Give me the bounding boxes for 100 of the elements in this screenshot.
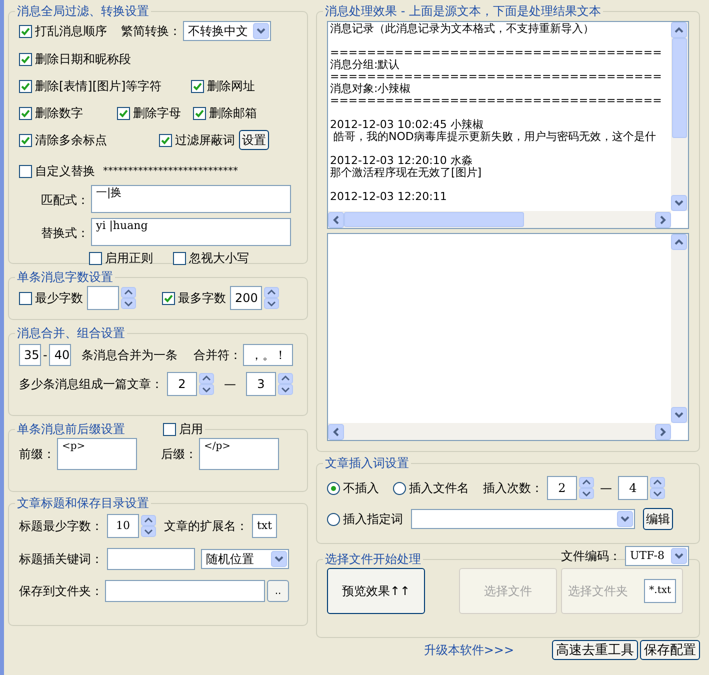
- number-field[interactable]: 200: [230, 286, 262, 310]
- upgrade-link[interactable]: 升级本软件>>>: [424, 641, 514, 659]
- group-title: 选择文件开始处理: [324, 551, 422, 568]
- checkbox[interactable]: [193, 106, 206, 120]
- edit-button[interactable]: 编辑: [643, 508, 673, 530]
- radio-button[interactable]: [327, 482, 340, 494]
- spinner-arrows-icon[interactable]: [264, 287, 279, 309]
- scroll-down-icon[interactable]: [671, 407, 687, 423]
- spinner-arrows-icon[interactable]: [141, 515, 156, 537]
- scroll-down-icon[interactable]: [671, 195, 687, 211]
- text-field[interactable]: txt: [252, 514, 278, 538]
- checkbox[interactable]: [19, 52, 32, 66]
- text-line: 2012-12-03 10:02:45 小辣椒: [330, 119, 484, 131]
- scroll-right-icon[interactable]: [655, 212, 671, 228]
- group-title: 单条消息字数设置: [16, 269, 114, 286]
- checkbox-label: 删除字母: [133, 105, 181, 122]
- number-field[interactable]: 2: [167, 372, 197, 396]
- scroll-right-icon[interactable]: [655, 424, 671, 440]
- number-field[interactable]: 2: [547, 476, 577, 500]
- field-label: 后缀：: [161, 446, 197, 463]
- field-label: 前缀：: [19, 446, 55, 463]
- checkbox[interactable]: [89, 252, 102, 264]
- scroll-left-icon[interactable]: [328, 212, 344, 228]
- checkbox[interactable]: [19, 80, 32, 92]
- scroll-thumb[interactable]: [344, 212, 524, 227]
- masked-text: ***************************: [103, 164, 238, 178]
- text-field[interactable]: yi |huang: [91, 218, 291, 246]
- horizontal-scrollbar[interactable]: [328, 423, 671, 440]
- number-field[interactable]: [87, 286, 119, 310]
- spinner-arrows-icon[interactable]: [278, 373, 293, 395]
- checkbox[interactable]: [191, 80, 204, 92]
- text-line: 消息记录（此消息记录为文本格式，不支持重新导入）: [330, 23, 595, 35]
- text-line: 2012-12-03 12:20:10 水淼: [330, 155, 474, 167]
- spinner-arrows-icon[interactable]: [121, 287, 136, 309]
- scroll-up-icon[interactable]: [671, 22, 687, 38]
- text-field[interactable]: 一|换: [91, 185, 291, 213]
- dropdown[interactable]: UTF-8: [625, 546, 689, 566]
- checkbox-label: 清除多余标点: [35, 132, 107, 149]
- checkbox-label: 删除[表情][图片]等字符: [35, 78, 162, 95]
- caret-icon: [253, 23, 269, 39]
- caret-icon: [671, 548, 687, 564]
- checkbox[interactable]: [19, 292, 32, 304]
- group-title: 消息处理效果 - 上面是源文本，下面是处理结果文本: [324, 3, 602, 20]
- checkbox[interactable]: [163, 422, 176, 436]
- text-field[interactable]: ，。！: [243, 344, 294, 366]
- vertical-scrollbar[interactable]: [671, 234, 688, 423]
- text-field[interactable]: [105, 580, 265, 602]
- field-label: 文件编码：: [561, 548, 621, 565]
- text-field[interactable]: </p>: [199, 438, 279, 470]
- browse-button[interactable]: ..: [267, 580, 289, 602]
- dropdown[interactable]: [411, 509, 635, 529]
- scroll-left-icon[interactable]: [328, 424, 344, 440]
- dash: —: [224, 376, 236, 393]
- vertical-scrollbar[interactable]: [671, 22, 688, 211]
- checkbox[interactable]: [162, 292, 175, 304]
- checkbox[interactable]: [159, 134, 172, 146]
- dropdown[interactable]: 随机位置: [201, 549, 289, 569]
- number-field[interactable]: 10: [107, 514, 139, 538]
- checkbox-label: 最多字数: [178, 290, 226, 307]
- toolbar-button[interactable]: 高速去重工具: [552, 640, 638, 660]
- field-label: 文章的扩展名：: [164, 518, 248, 535]
- settings-button[interactable]: 设置: [239, 130, 269, 150]
- text-field[interactable]: <p>: [57, 438, 137, 470]
- group-title: 单条消息前后缀设置: [17, 421, 125, 438]
- checkbox[interactable]: [173, 252, 186, 264]
- dropdown[interactable]: 不转换中文: [183, 21, 271, 41]
- checkbox[interactable]: [19, 24, 32, 38]
- text-area[interactable]: [327, 21, 689, 229]
- group-title: 文章插入词设置: [324, 455, 410, 472]
- toolbar-button[interactable]: 保存配置: [640, 640, 700, 660]
- text-line: ====================================: [330, 71, 663, 83]
- horizontal-scrollbar[interactable]: [328, 211, 671, 228]
- checkbox-label: 打乱消息顺序: [35, 23, 107, 40]
- checkbox-label: 启用正则: [105, 250, 153, 267]
- field-label: 保存到文件夹：: [19, 583, 103, 600]
- checkbox[interactable]: [19, 164, 32, 178]
- dash: -: [43, 347, 48, 364]
- radio-button[interactable]: [327, 512, 340, 526]
- radio-button[interactable]: [393, 482, 406, 494]
- preview-button[interactable]: 预览效果↑↑: [327, 568, 425, 614]
- number-field[interactable]: 4: [618, 476, 648, 500]
- scroll-thumb[interactable]: [672, 38, 687, 138]
- checkbox[interactable]: [117, 106, 130, 120]
- caret-icon: [617, 511, 633, 527]
- dash: —: [600, 480, 612, 497]
- radio-label: 不插入: [343, 480, 379, 497]
- number-field[interactable]: 35: [19, 344, 41, 366]
- spinner-arrows-icon[interactable]: [650, 477, 665, 499]
- number-field[interactable]: 3: [246, 372, 276, 396]
- checkbox[interactable]: [19, 134, 32, 146]
- spinner-arrows-icon[interactable]: [199, 373, 214, 395]
- field-label: 合并符：: [193, 347, 242, 364]
- scroll-up-icon[interactable]: [671, 234, 687, 250]
- text-line: 那个激活程序现在无效了[图片]: [330, 167, 483, 179]
- number-field[interactable]: 40: [49, 344, 72, 366]
- spinner-arrows-icon[interactable]: [579, 477, 594, 499]
- checkbox-label: 过滤屏蔽词: [175, 132, 235, 149]
- checkbox-label: 启用: [179, 421, 203, 438]
- text-field[interactable]: [107, 548, 195, 570]
- checkbox[interactable]: [19, 106, 32, 120]
